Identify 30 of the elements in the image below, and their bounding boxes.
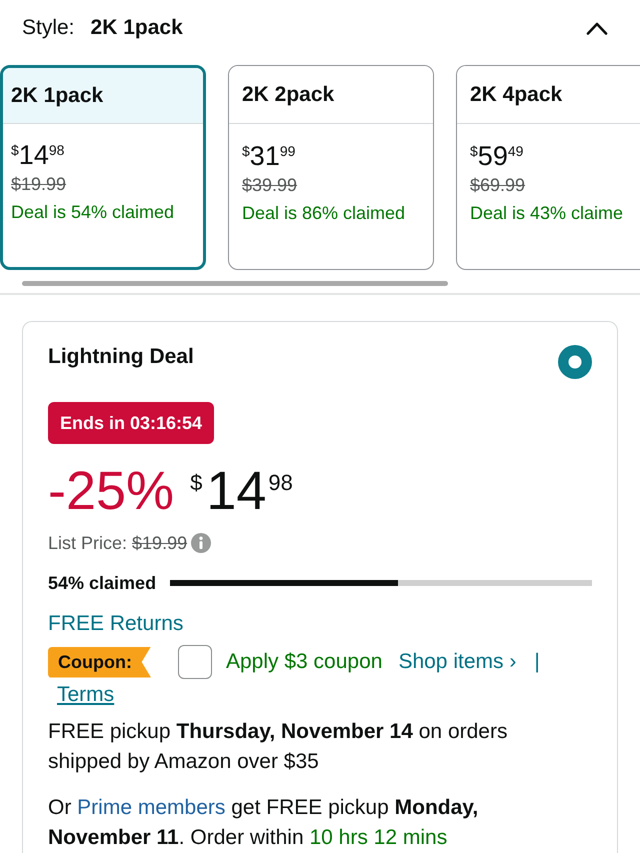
option-list-price: $39.99	[242, 174, 298, 197]
option-name: 2K 4pack	[470, 82, 562, 108]
deal-title: Lightning Deal	[48, 344, 194, 370]
claimed-label: 54% claimed	[48, 572, 156, 595]
option-list-price: $69.99	[470, 174, 526, 197]
option-list-price: $19.99	[11, 173, 66, 196]
list-price-label: List Price:	[48, 532, 128, 555]
discount-percent: -25%	[48, 464, 174, 518]
shop-items-link[interactable]: Shop items ›	[398, 647, 516, 677]
list-price: $19.99	[132, 532, 188, 555]
info-icon[interactable]	[191, 533, 212, 553]
free-returns-link[interactable]: FREE Returns	[48, 609, 184, 639]
timer-badge: Ends in 03:16:54	[48, 402, 214, 444]
option-name: 2K 1pack	[11, 82, 104, 108]
link-separator: |	[534, 649, 540, 675]
apply-coupon-label[interactable]: Apply $3 coupon	[226, 647, 382, 677]
chevron-up-icon[interactable]	[586, 22, 608, 34]
pickup-note: FREE pickup Thursday, November 14 on orders shipped by Amazon over $35	[48, 719, 508, 775]
prime-members-link[interactable]: Prime members	[77, 796, 226, 819]
deal-claimed-text: Deal is 54% claimed	[11, 201, 174, 224]
option-name: 2K 2pack	[242, 82, 334, 108]
style-value: 2K 1pack	[90, 15, 183, 41]
prime-pickup-note: Or Prime members get FREE pickup Monday, November 11. Order within 10 hrs 12 mins	[48, 795, 480, 851]
radio-button[interactable]	[558, 345, 592, 379]
deal-claimed-text: Deal is 43% claime	[470, 202, 624, 225]
terms-link[interactable]: Terms	[57, 680, 114, 710]
deal-claimed-text: Deal is 86% claimed	[242, 202, 406, 225]
coupon-badge: Coupon:	[48, 646, 151, 678]
coupon-checkbox[interactable]	[178, 645, 212, 679]
style-label: Style:	[22, 15, 75, 41]
